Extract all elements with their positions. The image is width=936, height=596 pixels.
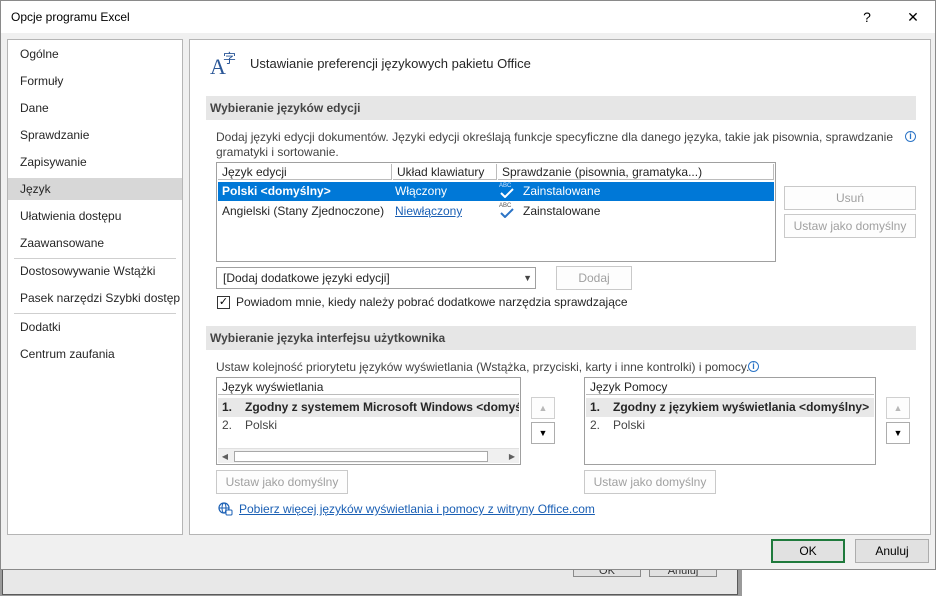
editing-languages-list[interactable]: Język edycji Układ klawiatury Sprawdzani… [216,162,776,262]
row-language: Angielski (Stany Zjednoczone) [222,204,385,218]
page-title: Ustawianie preferencji językowych pakiet… [250,56,531,71]
nav-item-dodatki[interactable]: Dodatki [8,316,182,338]
nav-item-dane[interactable]: Dane [8,97,182,119]
nav-item-ogolne[interactable]: Ogólne [8,43,182,65]
set-default-display-button[interactable]: Ustaw jako domyślny [216,470,348,494]
chevron-down-icon: ▼ [523,273,532,283]
row-language: Polski <domyślny> [222,184,331,198]
item-number: 2. [222,418,233,432]
background-cancel-button[interactable]: Anuluj [649,569,717,577]
proofing-check-icon: ABC [499,202,519,221]
move-down-help-button[interactable]: ▼ [886,422,910,444]
title-bar: Opcje programu Excel ? ✕ [1,1,935,33]
column-header-proofing[interactable]: Sprawdzanie (pisownia, gramatyka...) [498,164,774,180]
section-editing-languages: Wybieranie języków edycji [206,96,916,120]
column-header-display-language[interactable]: Język wyświetlania [218,379,519,395]
nav-item-formuly[interactable]: Formuły [8,70,182,92]
item-number: 1. [590,400,601,414]
help-icon: ? [863,9,871,25]
nav-item-jezyk[interactable]: Język [8,178,182,200]
list-item[interactable]: 1. Zgodny z językiem wyświetlania <domyś… [586,398,874,417]
horizontal-scrollbar[interactable]: ◀ ▶ [218,448,519,463]
move-down-display-button[interactable]: ▼ [531,422,555,444]
help-language-list[interactable]: Język Pomocy 1. Zgodny z językiem wyświe… [584,377,876,465]
info-icon[interactable]: i [748,361,759,372]
nav-item-ulatwienia-dostepu[interactable]: Ułatwienia dostępu [8,205,182,227]
proofing-check-icon: ABC [499,182,519,201]
column-header-help-language[interactable]: Język Pomocy [586,379,874,395]
item-label: Polski [245,418,278,432]
set-default-help-button[interactable]: Ustaw jako domyślny [584,470,716,494]
scroll-left-icon[interactable]: ◀ [218,450,232,463]
cancel-button[interactable]: Anuluj [855,539,929,563]
display-language-list[interactable]: Język wyświetlania 1. Zgodny z systemem … [216,377,521,465]
nav-item-centrum-zaufania[interactable]: Centrum zaufania [8,343,182,365]
list-item[interactable]: Angielski (Stany Zjednoczone) Niewłączon… [218,202,774,221]
row-proofing: Zainstalowane [523,204,601,218]
editing-description: Dodaj języki edycji dokumentów. Języki e… [216,130,894,159]
nav-item-dostosowywanie-wstazki[interactable]: Dostosowywanie Wstążki [8,260,182,282]
ok-button[interactable]: OK [771,539,845,563]
background-ok-button[interactable]: OK [573,569,641,577]
nav-separator [14,258,176,259]
globe-link-icon [218,502,233,516]
row-keyboard-link[interactable]: Niewłączony [395,202,462,221]
notify-checkbox-label[interactable]: Powiadom mnie, kiedy należy pobrać dodat… [236,295,628,309]
nav-item-pasek-szybki-dostep[interactable]: Pasek narzędzi Szybki dostęp [8,287,182,309]
item-number: 1. [222,400,233,414]
move-up-display-button[interactable]: ▲ [531,397,555,419]
nav-separator [14,313,176,314]
item-label: Zgodny z systemem Microsoft Windows <dom… [245,400,519,414]
set-default-editing-button[interactable]: Ustaw jako domyślny [784,214,916,238]
download-languages-link[interactable]: Pobierz więcej języków wyświetlania i po… [239,502,595,516]
remove-button[interactable]: Usuń [784,186,916,210]
section-display-language: Wybieranie języka interfejsu użytkownika [206,326,916,350]
close-button[interactable]: ✕ [893,1,933,33]
display-description: Ustaw kolejność priorytetu języków wyświ… [216,360,750,374]
scroll-right-icon[interactable]: ▶ [505,450,519,463]
row-proofing: Zainstalowane [523,184,601,198]
move-up-help-button[interactable]: ▲ [886,397,910,419]
nav-item-zapisywanie[interactable]: Zapisywanie [8,151,182,173]
nav-item-zaawansowane[interactable]: Zaawansowane [8,232,182,254]
scroll-thumb[interactable] [234,451,488,462]
close-icon: ✕ [907,9,919,25]
column-header-editing-language[interactable]: Język edycji [218,164,392,180]
row-keyboard: Włączony [395,184,448,198]
list-item[interactable]: 1. Zgodny z systemem Microsoft Windows <… [218,398,519,417]
background-dialog-frame: OK Anuluj [2,569,738,595]
item-label: Zgodny z językiem wyświetlania <domyślny… [613,400,870,414]
notify-checkbox[interactable]: ✓ [217,296,230,309]
list-item[interactable]: 2. Polski [586,416,874,435]
info-icon[interactable]: i [905,131,916,142]
excel-options-dialog: Opcje programu Excel ? ✕ Ogólne Formuły … [0,0,936,570]
category-nav: Ogólne Formuły Dane Sprawdzanie Zapisywa… [7,39,183,535]
background-dialog: OK Anuluj [0,568,742,596]
column-header-keyboard[interactable]: Układ klawiatury [393,164,497,180]
list-item[interactable]: Polski <domyślny> Włączony ABC Zainstalo… [218,182,774,201]
item-label: Polski [613,418,646,432]
add-language-combo[interactable]: [Dodaj dodatkowe języki edycji] ▼ [216,267,536,289]
language-settings-panel: A 字 Ustawianie preferencji językowych pa… [189,39,931,535]
help-button[interactable]: ? [847,1,887,33]
item-number: 2. [590,418,601,432]
add-button[interactable]: Dodaj [556,266,632,290]
nav-item-sprawdzanie[interactable]: Sprawdzanie [8,124,182,146]
list-item[interactable]: 2. Polski [218,416,519,435]
window-title: Opcje programu Excel [11,10,130,24]
language-icon: A 字 [210,51,237,79]
